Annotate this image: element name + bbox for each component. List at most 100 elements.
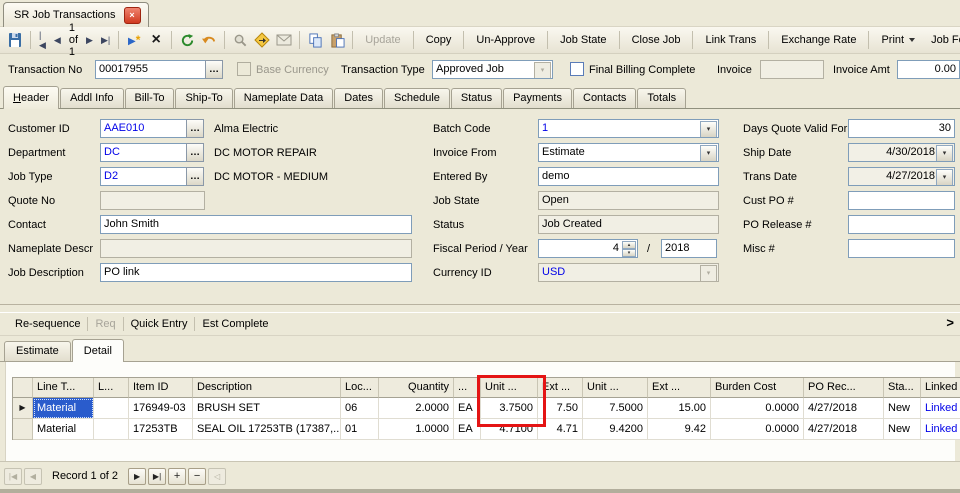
re-sequence-button[interactable]: Re-sequence [8,318,87,330]
column-header-linked[interactable]: Linked [921,378,960,398]
spinner-down-icon[interactable]: ▾ [622,249,636,257]
department-field[interactable]: DC [100,143,187,162]
save-button[interactable] [4,29,26,51]
cell-po-rec[interactable]: 4/27/2018 [804,419,884,440]
column-header-loc[interactable]: Loc... [341,378,379,398]
link-trans-button[interactable]: Link Trans [697,29,764,51]
column-header-po-rec[interactable]: PO Rec... [804,378,884,398]
invoice-field[interactable] [760,60,824,79]
next-row-button[interactable]: ▶ [128,468,146,485]
trans-date-picker[interactable]: 4/27/2018▾ [848,167,955,186]
next-record-button[interactable]: ▶ [82,35,97,46]
invoice-amt-field[interactable]: 0.00 [897,60,960,79]
tab-detail[interactable]: Detail [72,339,124,362]
tab-estimate[interactable]: Estimate [4,341,71,361]
last-record-button[interactable]: ▶| [97,35,114,46]
tab-contacts[interactable]: Contacts [573,88,636,108]
new-record-button[interactable]: ▶* [123,29,145,51]
chevron-down-icon[interactable]: ▾ [936,145,953,162]
close-job-button[interactable]: Close Job [624,29,689,51]
cell-line-type[interactable]: Material [33,419,94,440]
cust-po-field[interactable] [848,191,955,210]
fiscal-year-field[interactable]: 2018 [661,239,717,258]
delete-button[interactable]: × [145,29,167,51]
first-row-button[interactable]: |◀ [4,468,22,485]
cell-loc[interactable]: 06 [341,398,379,419]
invoice-from-dropdown[interactable]: Estimate▾ [538,143,719,162]
currency-id-dropdown[interactable]: USD▾ [538,263,719,282]
go-to-button[interactable] [251,29,273,51]
tab-ship-to[interactable]: Ship-To [175,88,232,108]
chevron-down-icon[interactable]: ▾ [700,121,717,138]
copy-record-button[interactable] [304,29,326,51]
paste-button[interactable] [326,29,348,51]
days-quote-valid-field[interactable]: 30 [848,119,955,138]
row-selector-arrow-icon[interactable]: ▶ [13,398,33,419]
cancel-edit-button[interactable]: ◁ [208,468,226,485]
base-currency-checkbox[interactable] [237,62,251,76]
tab-nameplate-data[interactable]: Nameplate Data [234,88,334,108]
cell-quantity[interactable]: 1.0000 [379,419,454,440]
tab-payments[interactable]: Payments [503,88,572,108]
quick-entry-button[interactable]: Quick Entry [124,318,195,330]
cell-description[interactable]: BRUSH SET [193,398,341,419]
est-complete-button[interactable]: Est Complete [195,318,275,330]
column-header-description[interactable]: Description [193,378,341,398]
cell-l[interactable] [94,398,129,419]
entered-by-field[interactable]: demo [538,167,719,186]
job-state-button[interactable]: Job State [552,29,614,51]
email-button[interactable] [273,29,295,51]
last-row-button[interactable]: ▶| [148,468,166,485]
tab-header[interactable]: Header [3,86,59,109]
cell-quantity[interactable]: 2.0000 [379,398,454,419]
column-header-sta[interactable]: Sta... [884,378,921,398]
transaction-no-lookup-button[interactable]: … [205,60,223,79]
print-button[interactable]: Print [873,29,923,51]
copy-button[interactable]: Copy [418,29,460,51]
cell-burden-cost[interactable]: 0.0000 [711,419,804,440]
fiscal-period-field[interactable]: 4▴▾ [538,239,638,258]
cell-linked-link[interactable]: Linked [921,419,960,440]
fiscal-period-spinner[interactable]: ▴▾ [622,241,636,256]
preview-button[interactable] [229,29,251,51]
column-header-item-id[interactable]: Item ID [129,378,193,398]
update-button[interactable]: Update [357,29,408,51]
column-header-unit-price[interactable]: Unit ... [583,378,648,398]
tab-schedule[interactable]: Schedule [384,88,450,108]
section-splitter[interactable] [0,304,960,313]
quote-no-field[interactable] [100,191,205,210]
exchange-rate-button[interactable]: Exchange Rate [773,29,864,51]
spinner-up-icon[interactable]: ▴ [622,241,636,249]
cell-linked-link[interactable]: Linked [921,398,960,419]
previous-row-button[interactable]: ◀ [24,468,42,485]
job-type-lookup-button[interactable]: … [186,167,204,186]
cell-unit-price[interactable]: 7.5000 [583,398,648,419]
cell-loc[interactable]: 01 [341,419,379,440]
tab-dates[interactable]: Dates [334,88,383,108]
nameplate-descr-field[interactable] [100,239,412,258]
toolbar-overflow-chevron[interactable]: > [946,315,954,330]
tab-addl-info[interactable]: Addl Info [60,88,123,108]
undo-button[interactable] [198,29,220,51]
add-row-button[interactable]: + [168,468,186,485]
row-selector[interactable] [13,419,33,440]
tab-bill-to[interactable]: Bill-To [125,88,175,108]
cell-l[interactable] [94,419,129,440]
cell-status[interactable]: New [884,419,921,440]
un-approve-button[interactable]: Un-Approve [468,29,543,51]
job-description-field[interactable]: PO link [100,263,412,282]
column-header-ext-price[interactable]: Ext ... [648,378,711,398]
chevron-down-icon[interactable]: ▾ [700,145,717,162]
customer-id-lookup-button[interactable]: … [186,119,204,138]
misc-field[interactable] [848,239,955,258]
column-header-quantity[interactable]: Quantity [379,378,454,398]
refresh-button[interactable] [176,29,198,51]
chevron-down-icon[interactable]: ▾ [936,169,953,186]
final-billing-complete-checkbox[interactable] [570,62,584,76]
cell-po-rec[interactable]: 4/27/2018 [804,398,884,419]
po-release-field[interactable] [848,215,955,234]
cell-line-type[interactable]: Material [33,398,94,419]
customer-id-field[interactable]: AAE010 [100,119,187,138]
cell-unit-price[interactable]: 9.4200 [583,419,648,440]
ship-date-picker[interactable]: 4/30/2018▾ [848,143,955,162]
